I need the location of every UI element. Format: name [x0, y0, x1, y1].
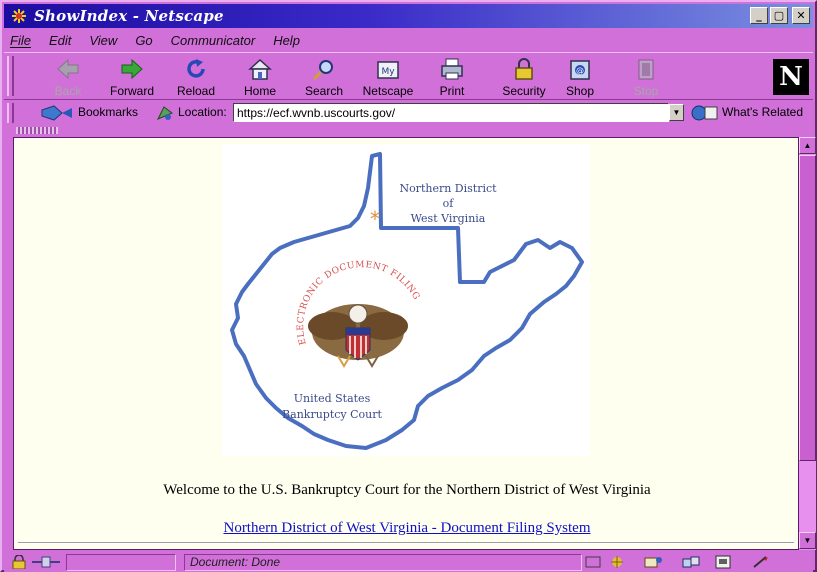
district-line-2: of: [443, 197, 455, 210]
close-button[interactable]: ✕: [792, 7, 810, 24]
svg-text:My: My: [381, 67, 395, 77]
maximize-button[interactable]: ▢: [770, 7, 788, 24]
forward-arrow-icon: [121, 58, 143, 80]
location-grip-handle[interactable]: [7, 103, 14, 123]
shop-button[interactable]: @ Shop: [550, 55, 610, 99]
home-button[interactable]: Home: [230, 55, 290, 99]
menu-edit[interactable]: Edit: [49, 33, 71, 48]
status-text: Document: Done: [190, 555, 281, 569]
welcome-text: Welcome to the U.S. Bankruptcy Court for…: [163, 482, 651, 498]
location-dropdown-button[interactable]: ▼: [669, 104, 684, 121]
west-virginia-map-logo: * Northern District of West Virginia ELE…: [230, 152, 584, 450]
reload-label: Reload: [176, 84, 216, 98]
svg-text:@: @: [576, 66, 584, 75]
newsgroups-component-icon[interactable]: [682, 555, 700, 569]
offline-status-icon[interactable]: [584, 555, 602, 569]
back-arrow-icon: [57, 58, 79, 80]
security-button[interactable]: Security: [494, 55, 554, 99]
eagle-seal-icon: [308, 304, 408, 368]
scroll-thumb[interactable]: [799, 155, 816, 461]
location-url-input[interactable]: [233, 103, 669, 122]
print-icon: [441, 58, 463, 80]
page-content: * Northern District of West Virginia ELE…: [13, 137, 799, 550]
district-line-3: West Virginia: [411, 212, 486, 225]
menu-help[interactable]: Help: [273, 33, 300, 48]
whats-related-button[interactable]: What's Related: [722, 105, 803, 119]
bookmarks-button[interactable]: Bookmarks: [78, 105, 138, 119]
horizontal-rule: [18, 542, 794, 544]
minimize-button[interactable]: _: [750, 7, 768, 24]
bookmarks-icon[interactable]: [40, 104, 74, 122]
scroll-down-button[interactable]: ▼: [799, 532, 816, 549]
court-logo-image: * Northern District of West Virginia ELE…: [222, 144, 590, 456]
window-title: ShowIndex - Netscape: [34, 7, 224, 25]
back-button[interactable]: Back: [38, 55, 98, 99]
shop-label: Shop: [565, 84, 595, 98]
home-icon: [248, 58, 272, 80]
security-status-lock-icon[interactable]: [10, 555, 28, 569]
title-bar[interactable]: ShowIndex - Netscape _ ▢ ✕: [4, 4, 813, 28]
district-line-1: Northern District: [399, 182, 497, 195]
menu-communicator[interactable]: Communicator: [171, 33, 256, 48]
wv-outline: [230, 152, 584, 450]
netscape-logo[interactable]: N: [773, 59, 809, 95]
stop-icon: [638, 59, 654, 80]
court-line-1: United States: [294, 392, 371, 405]
forward-label: Forward: [109, 84, 154, 98]
progress-cell: [66, 554, 176, 571]
browser-window: ShowIndex - Netscape _ ▢ ✕ File Edit Vie…: [0, 0, 817, 572]
menu-view[interactable]: View: [89, 33, 117, 48]
navigation-toolbar: Back Forward Reload Home Search My Netsc…: [4, 52, 813, 100]
navigator-component-icon[interactable]: [608, 555, 626, 569]
netscape-app-icon[interactable]: [10, 7, 28, 25]
toolbar-grip-handle[interactable]: [7, 56, 14, 96]
menu-go[interactable]: Go: [135, 33, 152, 48]
location-page-icon[interactable]: [156, 105, 174, 121]
location-label: Location:: [178, 105, 227, 119]
location-star-icon: *: [370, 207, 380, 231]
netscape-button[interactable]: My Netscape: [358, 55, 418, 99]
search-icon: [312, 60, 333, 81]
stop-label: Stop: [633, 84, 659, 98]
document-filing-system-link[interactable]: Northern District of West Virginia - Doc…: [14, 520, 798, 537]
search-label: Search: [304, 84, 344, 98]
security-lock-icon: [515, 58, 533, 80]
composer-component-icon[interactable]: [752, 555, 770, 569]
reload-button[interactable]: Reload: [166, 55, 226, 99]
whats-related-icon[interactable]: [690, 104, 720, 122]
location-toolbar: Bookmarks Location: ▼ What's Related: [4, 101, 813, 125]
connection-status-icon[interactable]: [32, 555, 60, 569]
my-netscape-icon: My: [377, 61, 399, 79]
search-button[interactable]: Search: [294, 55, 354, 99]
shop-icon: @: [570, 60, 590, 80]
address-book-component-icon[interactable]: [714, 555, 732, 569]
vertical-scrollbar[interactable]: ▲ ▼: [799, 137, 816, 550]
status-bar: Document: Done: [4, 552, 813, 572]
mail-component-icon[interactable]: [644, 555, 662, 569]
menu-file[interactable]: File: [10, 33, 31, 48]
menu-bar: File Edit View Go Communicator Help: [4, 29, 813, 51]
scroll-up-button[interactable]: ▲: [799, 137, 816, 154]
print-button[interactable]: Print: [422, 55, 482, 99]
back-label: Back: [54, 84, 82, 98]
collapsed-toolbar-tab[interactable]: [16, 127, 58, 134]
home-label: Home: [243, 84, 276, 98]
collapsed-toolbar-strip: [4, 126, 813, 135]
stop-button[interactable]: Stop: [616, 55, 676, 99]
forward-button[interactable]: Forward: [102, 55, 162, 99]
netscape-label: Netscape: [362, 84, 414, 98]
reload-icon: [187, 59, 205, 78]
print-label: Print: [439, 84, 465, 98]
security-label: Security: [502, 84, 546, 98]
court-line-2: Bankruptcy Court: [282, 408, 382, 421]
